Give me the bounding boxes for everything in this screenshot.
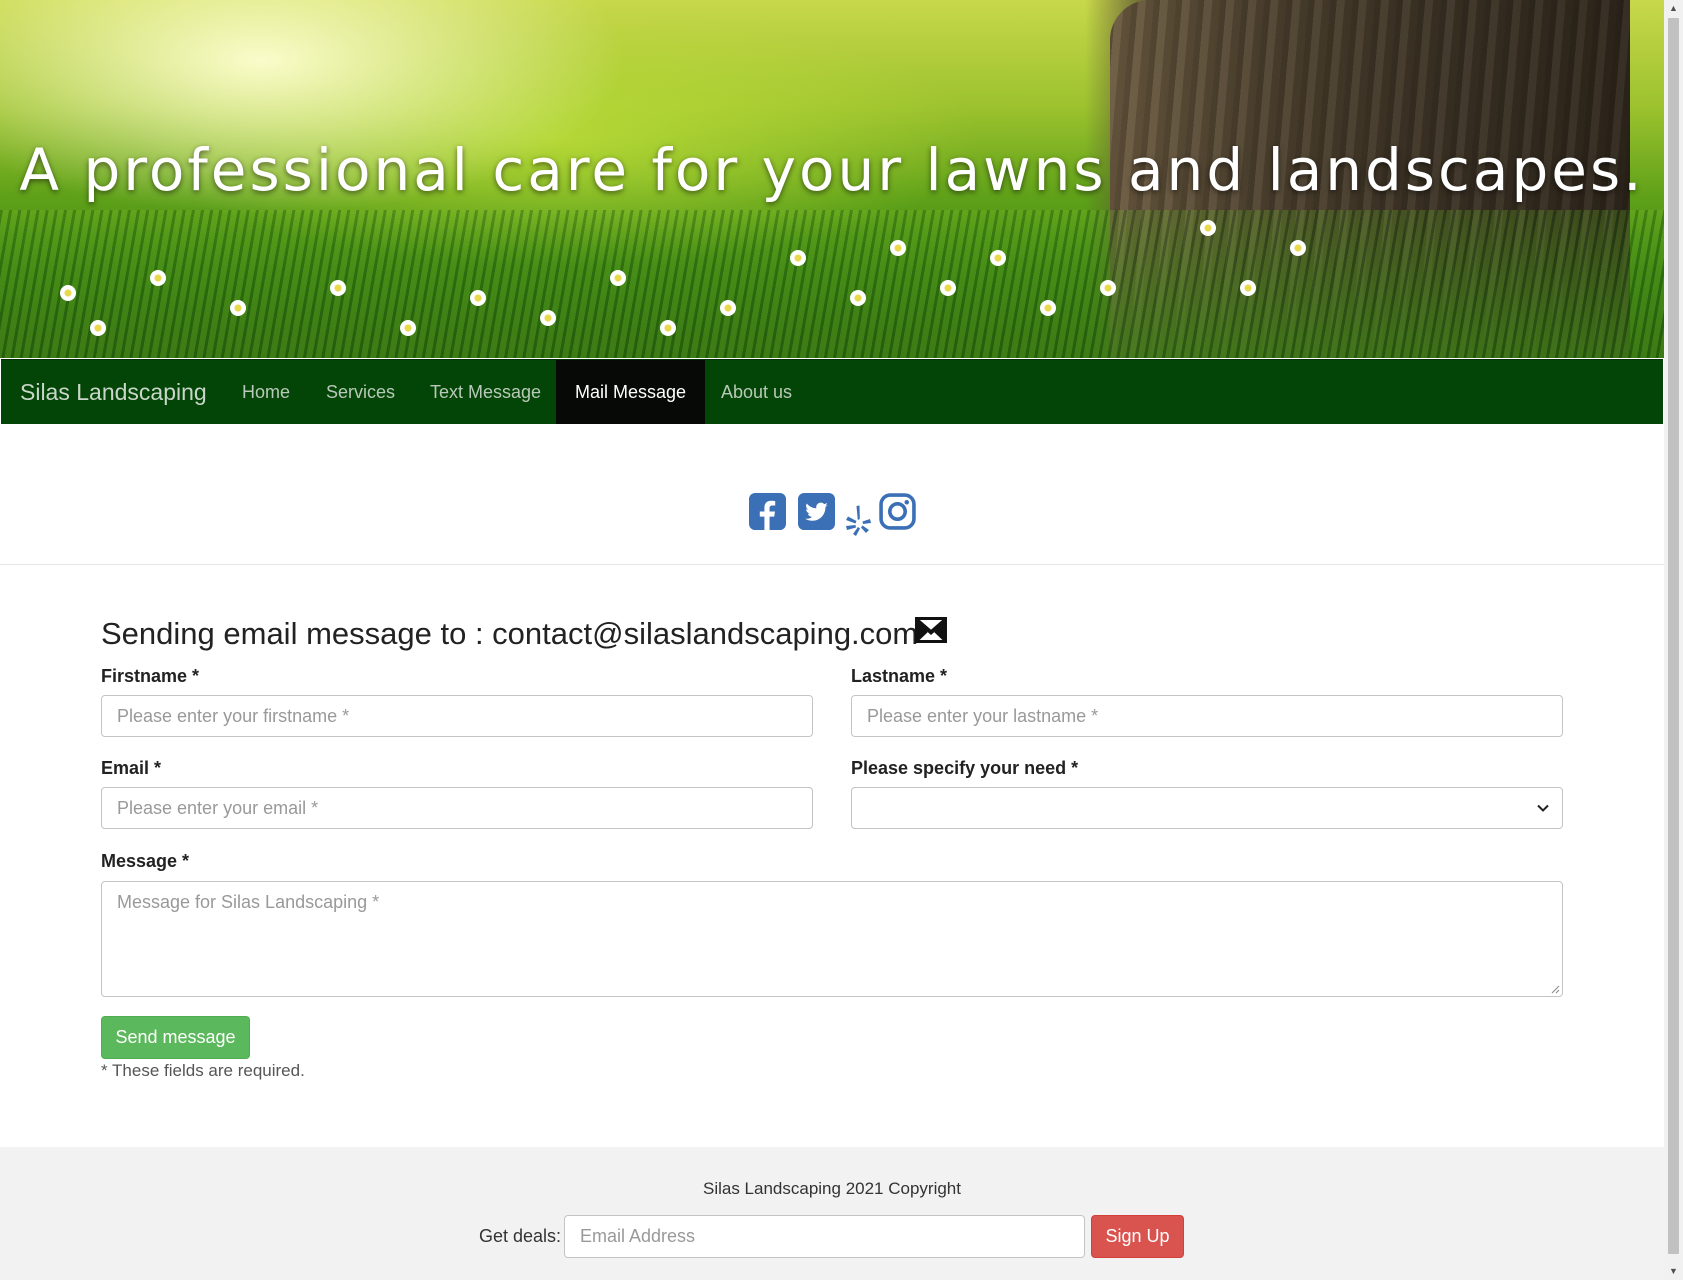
firstname-label: Firstname * [101, 666, 200, 686]
nav-item-home[interactable]: Home [223, 360, 309, 424]
scroll-down-arrow-icon[interactable]: ▼ [1664, 1263, 1683, 1280]
message-placeholder: Message for Silas Landscaping * [117, 892, 380, 912]
yelp-icon[interactable] [844, 505, 872, 537]
chevron-down-icon [1537, 804, 1549, 812]
sign-up-button[interactable]: Sign Up [1091, 1215, 1184, 1258]
message-label: Message * [101, 851, 190, 871]
nav-item-mail-message[interactable]: Mail Message [556, 360, 706, 424]
required-note: * These fields are required. [101, 1061, 305, 1080]
facebook-icon[interactable] [749, 493, 786, 530]
email-label: Email * [101, 758, 162, 778]
lastname-label: Lastname * [851, 666, 948, 686]
lastname-input[interactable]: Please enter your lastname * [851, 695, 1563, 737]
resize-handle-icon[interactable] [1550, 984, 1560, 994]
page-scrollbar[interactable]: ▲ ▼ [1664, 0, 1683, 1280]
need-label: Please specify your need * [851, 758, 1079, 778]
section-divider [0, 564, 1664, 565]
hero-title: A professional care for your lawns and l… [19, 136, 1645, 204]
grass-image [0, 210, 1664, 358]
instagram-icon[interactable] [879, 493, 916, 530]
envelope-icon [915, 617, 947, 643]
main-navbar: Silas Landscaping Home Services Text Mes… [1, 359, 1663, 424]
copyright-text: Silas Landscaping 2021 Copyright [702, 1179, 961, 1198]
scroll-up-arrow-icon[interactable]: ▲ [1664, 0, 1683, 17]
page: A professional care for your lawns and l… [0, 0, 1664, 1280]
scrollbar-thumb[interactable] [1668, 18, 1679, 1254]
need-select[interactable] [851, 787, 1563, 829]
send-message-button[interactable]: Send message [101, 1016, 250, 1059]
nav-item-text-message[interactable]: Text Message [411, 360, 560, 424]
nav-item-services[interactable]: Services [307, 360, 414, 424]
deals-email-input[interactable]: Email Address [564, 1215, 1085, 1258]
nav-item-about-us[interactable]: About us [702, 360, 811, 424]
hero-banner: A professional care for your lawns and l… [0, 0, 1664, 358]
deals-label: Get deals: [479, 1226, 562, 1246]
footer: Silas Landscaping 2021 Copyright Get dea… [0, 1147, 1664, 1280]
brand-link[interactable]: Silas Landscaping [20, 360, 207, 424]
form-heading: Sending email message to : contact@silas… [101, 616, 919, 651]
twitter-icon[interactable] [798, 493, 835, 530]
message-textarea[interactable]: Message for Silas Landscaping * [101, 881, 1563, 997]
firstname-input[interactable]: Please enter your firstname * [101, 695, 813, 737]
email-input[interactable]: Please enter your email * [101, 787, 813, 829]
